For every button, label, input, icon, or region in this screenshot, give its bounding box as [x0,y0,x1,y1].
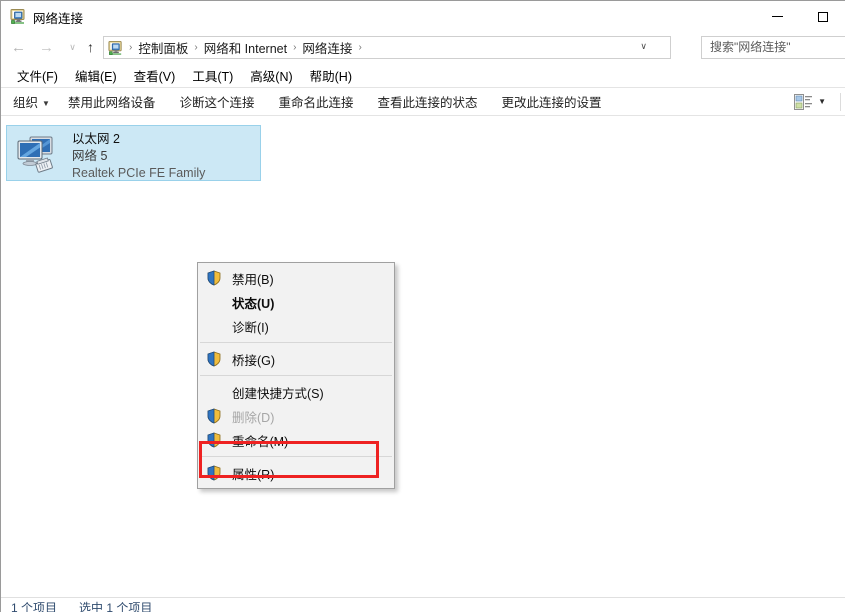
file-list-area[interactable]: 以太网 2 网络 5 Realtek PCIe FE Family 禁用(B) … [1,116,845,598]
context-menu-label-disable: 禁用(B) [232,269,274,288]
no-icon-placeholder [206,294,222,310]
context-menu-label-create-shortcut: 创建快捷方式(S) [232,383,324,402]
context-menu-label-delete: 删除(D) [232,407,274,426]
context-menu: 禁用(B) 状态(U) 诊断(I) 桥接(G) [197,262,395,489]
context-menu-item-bridge[interactable]: 桥接(G) [198,347,394,371]
view-layout-icon[interactable] [794,94,812,110]
context-menu-separator-1 [200,342,392,343]
context-menu-label-status: 状态(U) [232,293,274,312]
window-controls [754,1,845,32]
context-menu-item-rename[interactable]: 重命名(M) [198,428,394,452]
diagnose-connection-button[interactable]: 诊断这个连接 [167,88,266,115]
breadcrumb-separator-0[interactable]: › [127,42,134,53]
status-bar-content: 1 个项目 选中 1 个项目 [11,599,152,612]
context-menu-item-status[interactable]: 状态(U) [198,290,394,314]
chevron-down-icon: ▼ [42,99,50,108]
command-bar-right: ▼ [794,88,845,115]
address-network-connections-icon [108,40,124,56]
menu-tools[interactable]: 工具(T) [184,64,242,87]
maximize-icon [818,12,828,22]
uac-shield-icon [206,432,222,448]
rename-connection-button[interactable]: 重命名此连接 [266,88,365,115]
status-bar: 1 个项目 选中 1 个项目 [1,597,845,612]
status-selected-count: 选中 1 个项目 [79,599,152,612]
view-chevron-down-icon[interactable]: ▼ [818,97,826,106]
menu-advanced[interactable]: 高级(N) [242,64,301,87]
breadcrumb-separator-1[interactable]: › [192,42,199,53]
window-title: 网络连接 [33,8,83,27]
context-menu-separator-2 [200,375,392,376]
adapter-text-block: 以太网 2 网络 5 Realtek PCIe FE Family [72,131,205,182]
breadcrumb-item-network-connections[interactable]: 网络连接 [298,38,356,57]
network-adapter-icon [15,134,61,176]
minimize-button[interactable] [754,1,800,32]
command-bar-divider [840,93,841,111]
disable-device-button[interactable]: 禁用此网络设备 [56,88,168,115]
menu-bar: 文件(F) 编辑(E) 查看(V) 工具(T) 高级(N) 帮助(H) [1,64,845,87]
adapter-network: 网络 5 [72,148,205,165]
context-menu-item-disable[interactable]: 禁用(B) [198,266,394,290]
menu-edit[interactable]: 编辑(E) [67,64,126,87]
menu-view[interactable]: 查看(V) [126,64,185,87]
breadcrumb-separator-3[interactable]: › [356,42,363,53]
address-bar-row: ← → ∨ ↑ › 控制面板 [1,32,845,63]
context-menu-label-bridge: 桥接(G) [232,350,275,369]
menu-help[interactable]: 帮助(H) [302,64,361,87]
uac-shield-icon [206,270,222,286]
adapter-name: 以太网 2 [72,131,205,148]
command-bar: 组织 ▼ 禁用此网络设备 诊断这个连接 重命名此连接 查看此连接的状态 更改此连接… [1,87,845,116]
breadcrumb-item-control-panel[interactable]: 控制面板 [134,38,192,57]
recent-locations-button[interactable]: ∨ [63,38,82,57]
search-input[interactable]: 搜索"网络连接" [701,36,845,59]
context-menu-label-diagnose: 诊断(I) [232,317,269,336]
context-menu-item-create-shortcut[interactable]: 创建快捷方式(S) [198,380,394,404]
adapter-description: Realtek PCIe FE Family [72,165,205,182]
context-menu-item-delete: 删除(D) [198,404,394,428]
context-menu-separator-3 [200,456,392,457]
context-menu-item-properties[interactable]: 属性(R) [198,461,394,485]
uac-shield-icon [206,351,222,367]
uac-shield-icon [206,408,222,424]
breadcrumb-item-network-internet[interactable]: 网络和 Internet [200,38,291,57]
back-button[interactable]: ← [9,38,28,57]
organize-button[interactable]: 组织 ▼ [1,88,56,115]
forward-button[interactable]: → [37,38,56,57]
uac-shield-icon [206,465,222,481]
address-bar[interactable]: › 控制面板 › 网络和 Internet › 网络连接 › ∨ [103,36,671,59]
explorer-window: 网络连接 ← → ∨ ↑ [0,0,845,612]
breadcrumb: › 控制面板 › 网络和 Internet › 网络连接 › [108,37,364,58]
context-menu-label-rename: 重命名(M) [232,431,288,450]
chevron-down-icon[interactable]: ∨ [640,41,647,52]
no-icon-placeholder [206,384,222,400]
organize-label: 组织 [13,96,38,110]
menu-file[interactable]: 文件(F) [9,64,67,87]
minimize-icon [772,16,783,17]
up-button[interactable]: ↑ [81,38,100,57]
list-item-ethernet-2[interactable]: 以太网 2 网络 5 Realtek PCIe FE Family [6,125,261,181]
no-icon-placeholder [206,318,222,334]
maximize-button[interactable] [800,1,845,32]
change-settings-button[interactable]: 更改此连接的设置 [490,88,614,115]
network-connections-icon [10,8,27,25]
breadcrumb-separator-2[interactable]: › [291,42,298,53]
context-menu-label-properties: 属性(R) [232,464,274,483]
view-status-button[interactable]: 查看此连接的状态 [365,88,489,115]
context-menu-item-diagnose[interactable]: 诊断(I) [198,314,394,338]
status-item-count: 1 个项目 [11,599,57,612]
title-bar: 网络连接 [1,1,845,32]
